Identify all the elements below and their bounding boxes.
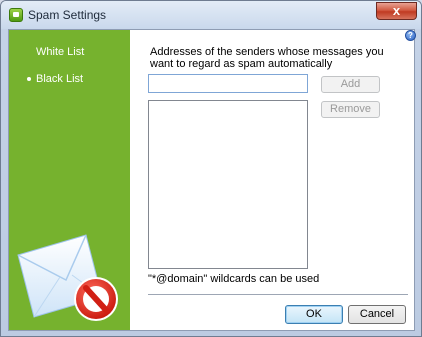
dialog-content: White List Black List ? Addresses of the… [8, 29, 416, 331]
spam-settings-app-icon [9, 8, 23, 22]
cancel-button[interactable]: Cancel [348, 305, 406, 324]
window-title: Spam Settings [28, 8, 107, 22]
footer-divider [148, 294, 408, 295]
prohibited-icon [74, 277, 118, 321]
sidebar: White List Black List [9, 30, 130, 330]
sidebar-item-black-list[interactable]: Black List [27, 73, 84, 85]
description-text: Addresses of the senders whose messages … [150, 46, 384, 70]
envelope-blocked-icon [17, 234, 118, 321]
selected-bullet-icon [27, 77, 31, 81]
sidebar-item-label: White List [36, 46, 85, 58]
remove-button[interactable]: Remove [321, 101, 380, 118]
ok-button[interactable]: OK [285, 305, 343, 324]
spam-settings-window: Spam Settings x White List Black List ? … [0, 0, 422, 337]
close-button[interactable]: x [376, 2, 417, 20]
title-bar[interactable]: Spam Settings x [1, 1, 421, 29]
wildcard-note: "*@domain" wildcards can be used [148, 273, 320, 285]
address-input[interactable] [148, 74, 308, 93]
sidebar-item-white-list[interactable]: White List [36, 46, 84, 58]
blocked-address-list[interactable] [148, 100, 308, 269]
sidebar-item-label: Black List [36, 73, 84, 85]
add-button[interactable]: Add [321, 76, 380, 93]
help-icon[interactable]: ? [405, 30, 416, 41]
